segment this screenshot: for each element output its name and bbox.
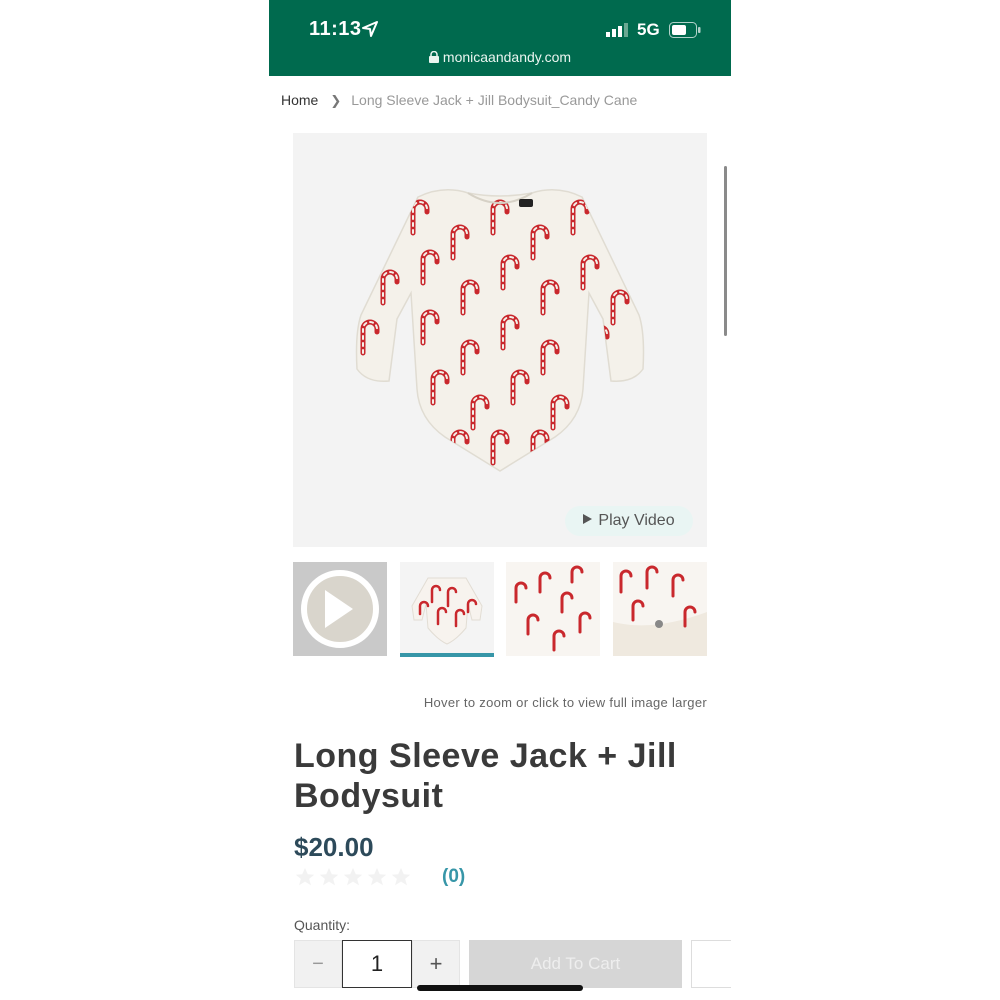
thumbnail-detail-image xyxy=(506,562,600,656)
battery-icon xyxy=(669,22,701,38)
wishlist-button[interactable] xyxy=(691,940,731,988)
thumbnail-strip xyxy=(293,562,713,658)
breadcrumb: Home ❯ Long Sleeve Jack + Jill Bodysuit_Ca… xyxy=(281,92,637,109)
cell-signal-icon xyxy=(606,23,628,37)
lock-icon xyxy=(428,51,439,63)
status-bar: 11:13 5G monicaandandy.com xyxy=(269,0,731,76)
play-video-label: Play Video xyxy=(598,512,675,529)
thumbnail-snaps[interactable] xyxy=(613,562,707,656)
active-thumbnail-indicator xyxy=(400,653,494,657)
quantity-input[interactable]: 1 xyxy=(342,940,412,988)
add-to-cart-button[interactable]: Add To Cart xyxy=(469,940,682,988)
thumbnail-video[interactable] xyxy=(293,562,387,656)
phone-screen: 11:13 5G monicaandandy.com Home ❯ Long Sle… xyxy=(269,0,731,1000)
page-scrollbar[interactable] xyxy=(724,166,727,336)
star-icon xyxy=(319,867,339,886)
play-icon xyxy=(583,514,593,524)
location-arrow-icon xyxy=(362,21,378,37)
thumbnail-snaps-image xyxy=(613,562,707,656)
home-indicator[interactable] xyxy=(417,985,583,991)
address-bar[interactable]: monicaandandy.com xyxy=(269,49,731,65)
product-price: $20.00 xyxy=(294,832,374,862)
thumbnail-front-image xyxy=(411,577,483,645)
star-icon xyxy=(295,867,315,886)
thumbnail-front[interactable] xyxy=(400,562,494,656)
chevron-right-icon: ❯ xyxy=(330,93,342,108)
review-count-link[interactable]: (0) xyxy=(442,866,465,888)
product-title: Long Sleeve Jack + Jill Bodysuit xyxy=(294,737,677,815)
network-type: 5G xyxy=(637,20,660,39)
main-product-image[interactable]: Play Video xyxy=(293,133,707,547)
star-icon xyxy=(343,867,363,886)
play-video-button[interactable]: Play Video xyxy=(565,506,693,536)
quantity-label: Quantity: xyxy=(294,917,351,933)
star-icon xyxy=(391,867,411,886)
status-time: 11:13 xyxy=(309,18,362,40)
thumbnail-detail[interactable] xyxy=(506,562,600,656)
quantity-decrease-button[interactable]: − xyxy=(294,940,342,988)
breadcrumb-current: Long Sleeve Jack + Jill Bodysuit_Candy C… xyxy=(351,92,638,108)
star-rating[interactable] xyxy=(294,866,414,890)
zoom-hint: Hover to zoom or click to view full imag… xyxy=(423,695,707,710)
star-icon xyxy=(367,867,387,886)
breadcrumb-home-link[interactable]: Home xyxy=(281,92,318,108)
quantity-increase-button[interactable]: + xyxy=(412,940,460,988)
url-text: monicaandandy.com xyxy=(442,49,572,65)
bodysuit-image xyxy=(355,189,645,472)
play-icon xyxy=(325,590,353,628)
